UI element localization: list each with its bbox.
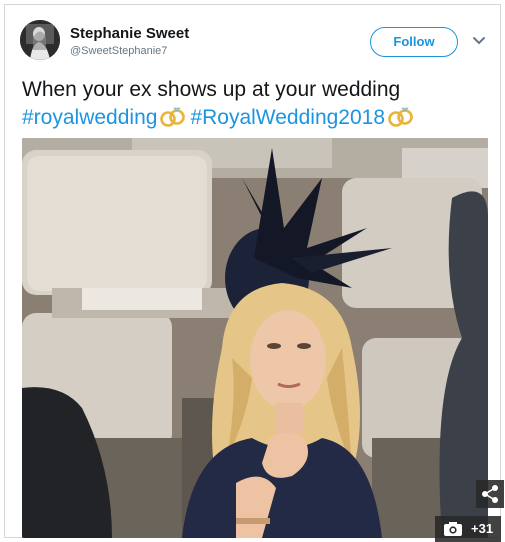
share-button[interactable]	[476, 480, 504, 508]
chevron-down-icon[interactable]	[472, 34, 486, 48]
tweet-photo[interactable]	[22, 138, 488, 538]
gallery-count: +31	[471, 521, 494, 536]
tweet-body-text: When your ex shows up at your wedding	[22, 78, 401, 101]
tweet-text: When your ex shows up at your wedding #r…	[22, 76, 492, 132]
share-icon	[482, 485, 498, 503]
photo-gallery-button[interactable]: +31	[435, 516, 501, 542]
user-display-name[interactable]: Stephanie Sweet	[70, 25, 189, 42]
follow-button[interactable]: Follow	[370, 27, 458, 57]
rings-emoji-icon	[160, 107, 186, 127]
hashtag-royalwedding2018[interactable]: #RoyalWedding2018	[190, 106, 385, 129]
hashtag-royalwedding[interactable]: #royalwedding	[22, 106, 157, 129]
user-handle[interactable]: @SweetStephanie7	[70, 45, 167, 57]
user-avatar[interactable]	[20, 20, 60, 60]
rings-emoji-icon	[388, 107, 413, 127]
camera-icon	[444, 522, 462, 536]
photo-illustration	[22, 138, 488, 538]
